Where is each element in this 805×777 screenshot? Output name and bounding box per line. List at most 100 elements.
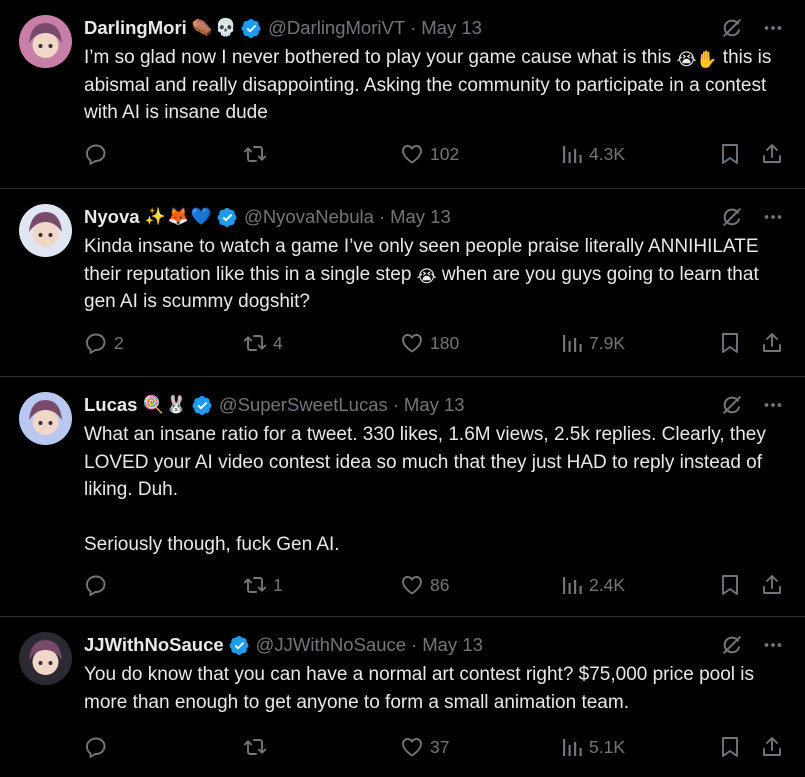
grok-icon[interactable] [721, 394, 743, 416]
bookmark-icon [722, 575, 738, 595]
tweet-2[interactable]: Nyova ✨ 🦊 💙 @NyovaNebula · May 13 Kinda … [0, 189, 805, 377]
reply-icon [86, 575, 106, 596]
tweet-4[interactable]: JJWithNoSauce @JJWithNoSauce · May 13 Yo… [0, 617, 805, 777]
tweet-3[interactable]: Lucas 🍭 🐰 @SuperSweetLucas · May 13 What… [0, 377, 805, 617]
user-handle[interactable]: @JJWithNoSauce [256, 634, 406, 656]
bookmark-icon [722, 144, 738, 164]
header-separator: · [411, 634, 418, 655]
user-handle[interactable]: @DarlingMoriVT [268, 17, 405, 39]
name-emojis: 🍭 🐰 [142, 395, 186, 415]
display-name[interactable]: Nyova [84, 206, 140, 228]
tweet-top-actions [721, 394, 783, 416]
name-emojis: ✨ 🦊 💙 [145, 207, 213, 227]
like-count: 86 [430, 574, 450, 595]
name-emoji: 🍭 [142, 395, 164, 414]
bookmark-button[interactable] [719, 573, 741, 597]
verified-badge-icon[interactable] [241, 18, 262, 39]
display-name[interactable]: Lucas [84, 394, 137, 416]
bookmark-button[interactable] [719, 331, 741, 355]
user-handle[interactable]: @NyovaNebula [244, 206, 374, 228]
name-emoji: 💙 [190, 207, 213, 226]
avatar[interactable] [19, 15, 72, 68]
grok-icon[interactable] [721, 17, 743, 39]
reply-icon [86, 737, 106, 758]
like-count: 180 [430, 332, 460, 353]
repost-icon [243, 146, 267, 162]
like-button[interactable]: 102 [400, 142, 459, 166]
bookmark-button[interactable] [719, 142, 741, 166]
reply-button[interactable] [84, 573, 114, 597]
more-icon[interactable] [763, 395, 783, 415]
share-icon [763, 144, 781, 163]
tweet-1[interactable]: DarlingMori ⚰️💀 @DarlingMoriVT · May 13 [0, 0, 805, 189]
reply-button[interactable] [84, 735, 114, 759]
tweet-paragraph: What an insane ratio for a tweet. 330 li… [84, 424, 772, 500]
avatar[interactable] [19, 632, 72, 685]
name-emoji: 💀 [214, 18, 237, 37]
view-count: 7.9K [589, 332, 625, 353]
share-button[interactable] [761, 331, 783, 355]
verified-badge-icon[interactable] [217, 207, 238, 228]
like-icon [402, 145, 422, 164]
share-button[interactable] [761, 735, 783, 759]
name-emojis: ⚰️ 💀 [192, 18, 236, 38]
tweet-text: I’m so glad now I never bothered to play… [84, 44, 789, 127]
repost-button[interactable]: 1 [243, 573, 283, 597]
more-icon[interactable] [763, 18, 783, 38]
like-count: 37 [430, 736, 450, 757]
tweet-header: JJWithNoSauce @JJWithNoSauce · May 13 [84, 633, 483, 657]
reply-count: 2 [114, 332, 124, 353]
tweet-date[interactable]: May 13 [422, 634, 483, 656]
share-icon [763, 333, 781, 352]
like-button[interactable]: 86 [400, 573, 449, 597]
grok-icon[interactable] [721, 634, 743, 656]
avatar[interactable] [19, 392, 72, 445]
grok-icon[interactable] [721, 206, 743, 228]
name-emoji: 🐰 [165, 395, 187, 414]
share-icon [763, 737, 781, 756]
views-icon [563, 577, 582, 594]
more-icon[interactable] [763, 207, 783, 227]
tweet-top-actions [721, 17, 783, 39]
like-button[interactable]: 37 [400, 735, 449, 759]
repost-button[interactable] [243, 735, 273, 759]
tweet-actions: 1 86 2.4K [0, 573, 805, 599]
share-button[interactable] [761, 573, 783, 597]
tweet-date[interactable]: May 13 [390, 206, 451, 228]
reply-button[interactable]: 2 [84, 331, 124, 355]
reply-button[interactable] [84, 142, 114, 166]
display-name[interactable]: JJWithNoSauce [84, 634, 224, 656]
repost-button[interactable]: 4 [243, 331, 283, 355]
like-count: 102 [430, 143, 460, 164]
display-name[interactable]: DarlingMori [84, 17, 187, 39]
name-emoji: ⚰️ [191, 18, 213, 37]
tweet-actions: 102 4.3K [0, 142, 805, 168]
share-button[interactable] [761, 142, 783, 166]
more-icon[interactable] [763, 635, 783, 655]
bookmark-button[interactable] [719, 735, 741, 759]
repost-icon [243, 335, 267, 351]
name-emoji: ✨ [144, 207, 166, 226]
tweet-text: What an insane ratio for a tweet. 330 li… [84, 421, 789, 559]
repost-button[interactable] [243, 142, 273, 166]
tweet-date[interactable]: May 13 [404, 394, 465, 416]
avatar[interactable] [19, 204, 72, 257]
tweet-paragraph: You do know that you can have a normal a… [84, 664, 760, 713]
verified-badge-icon[interactable] [229, 635, 250, 656]
views-icon [563, 146, 582, 163]
tweet-top-actions [721, 634, 783, 656]
views-button[interactable]: 7.9K [561, 331, 625, 355]
user-handle[interactable]: @SuperSweetLucas [219, 394, 388, 416]
name-emoji: 🦊 [167, 207, 189, 226]
tweet-paragraph: Seriously though, fuck Gen AI. [84, 534, 340, 555]
views-button[interactable]: 5.1K [561, 735, 625, 759]
tweet-paragraph: I’m so glad now I never bothered to play… [84, 47, 777, 123]
repost-icon [243, 739, 267, 755]
tweet-text: Kinda insane to watch a game I’ve only s… [84, 233, 789, 316]
tweet-date[interactable]: May 13 [421, 17, 482, 39]
views-button[interactable]: 2.4K [561, 573, 625, 597]
views-button[interactable]: 4.3K [561, 142, 625, 166]
view-count: 2.4K [589, 574, 625, 595]
like-button[interactable]: 180 [400, 331, 459, 355]
verified-badge-icon[interactable] [192, 395, 213, 416]
